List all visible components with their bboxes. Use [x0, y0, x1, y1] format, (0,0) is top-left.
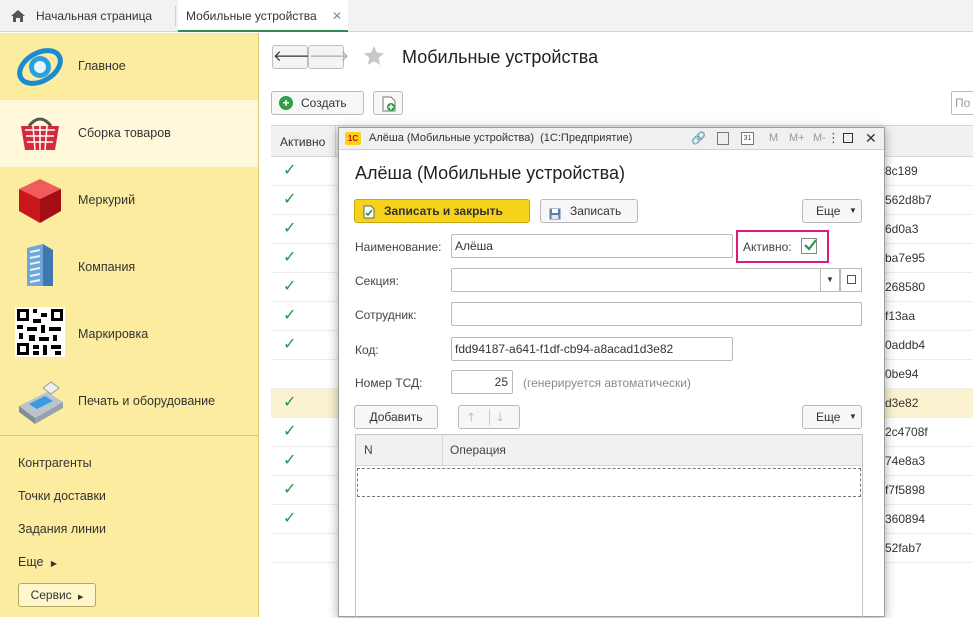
- service-button[interactable]: Сервис ▶: [18, 583, 96, 607]
- code-field[interactable]: fdd94187-a641-f1df-cb94-a8acad1d3e82: [451, 337, 733, 361]
- chevron-down-icon: ▼: [849, 206, 857, 215]
- link-line-tasks[interactable]: Задания линии: [18, 522, 106, 536]
- sidebar: Главное Сборка товаров Меркурий Компания…: [0, 33, 259, 617]
- home-icon[interactable]: [10, 8, 26, 24]
- name-field[interactable]: Алёша: [451, 234, 733, 258]
- calendar-icon[interactable]: 31: [741, 132, 754, 145]
- link-icon[interactable]: 🔗: [691, 131, 706, 145]
- create-button[interactable]: + Создать: [271, 91, 364, 115]
- calculator-icon[interactable]: [717, 132, 729, 145]
- more-table-button[interactable]: Еще ▼: [802, 405, 862, 429]
- move-buttons: 🡑 🡓: [458, 405, 520, 429]
- sidebar-item-main[interactable]: Главное: [0, 33, 258, 100]
- close-tab-icon[interactable]: ✕: [332, 0, 342, 32]
- 1c-logo-icon: 1C: [345, 132, 361, 145]
- tab-bar: Начальная страница Мобильные устройства …: [0, 0, 973, 32]
- triangle-right-icon: ▶: [50, 559, 58, 568]
- triangle-right-icon: ▶: [78, 594, 84, 601]
- globe-icon: [15, 42, 65, 92]
- tab-mobile-devices[interactable]: Мобильные устройства ✕: [178, 0, 348, 32]
- more-vertical-icon[interactable]: ⋮: [827, 130, 840, 146]
- shopping-basket-icon: [15, 108, 65, 158]
- dialog-heading: Алёша (Мобильные устройства): [355, 163, 626, 183]
- favorite-star-icon[interactable]: [362, 44, 386, 71]
- maximize-icon[interactable]: [843, 133, 853, 143]
- page-title: Мобильные устройства: [402, 47, 599, 67]
- dialog-titlebar[interactable]: 1C Алёша (Мобильные устройства) (1С:Пред…: [339, 128, 884, 150]
- column-header-active[interactable]: Активно: [280, 135, 325, 149]
- document-plus-icon: [382, 96, 396, 119]
- section-open-button[interactable]: [840, 268, 862, 292]
- active-checkbox[interactable]: [801, 238, 817, 254]
- active-highlight-box: Активно:: [736, 230, 829, 263]
- section-field[interactable]: [451, 268, 821, 292]
- sidebar-item-printing-equipment[interactable]: Печать и оборудование: [0, 368, 258, 435]
- dialog-window-title: Алёша (Мобильные устройства) (1С:Предпри…: [369, 132, 633, 144]
- tsd-auto-note: (генерируется автоматически): [523, 376, 691, 390]
- copy-document-button[interactable]: [373, 91, 403, 115]
- link-delivery-points[interactable]: Точки доставки: [18, 489, 106, 503]
- column-header-n[interactable]: N: [364, 443, 373, 457]
- floppy-disk-icon: [549, 205, 561, 227]
- link-more[interactable]: Еще ▶: [18, 555, 57, 569]
- sidebar-item-goods-assembly[interactable]: Сборка товаров: [0, 100, 258, 167]
- operations-table: N Операция: [355, 434, 863, 618]
- search-input[interactable]: По: [951, 91, 973, 115]
- section-dropdown-button[interactable]: ▼: [820, 268, 840, 292]
- memory-plus-button[interactable]: M+: [789, 132, 805, 144]
- save-button[interactable]: Записать: [540, 199, 638, 223]
- device-dialog: 1C Алёша (Мобильные устройства) (1С:Пред…: [338, 127, 885, 618]
- more-button[interactable]: Еще ▼: [802, 199, 862, 223]
- qr-code-icon: [15, 307, 65, 357]
- operations-table-header: N Операция: [356, 435, 862, 466]
- link-counterparties[interactable]: Контрагенты: [18, 456, 92, 470]
- tsd-number-field[interactable]: 25: [451, 370, 513, 394]
- building-icon: [15, 240, 65, 290]
- sidebar-item-company[interactable]: Компания: [0, 234, 258, 301]
- sidebar-item-mercury[interactable]: Меркурий: [0, 167, 258, 234]
- memory-minus-button[interactable]: M-: [813, 132, 826, 144]
- table-row-empty-focused[interactable]: [357, 468, 861, 497]
- document-check-icon: [363, 204, 375, 226]
- chevron-down-icon: ▼: [826, 275, 834, 284]
- column-header-operation[interactable]: Операция: [450, 443, 506, 457]
- forward-button[interactable]: 🡒: [308, 45, 349, 69]
- save-and-close-button[interactable]: Записать и закрыть: [354, 199, 530, 223]
- sidebar-item-marking[interactable]: Маркировка: [0, 301, 258, 368]
- memory-m-button[interactable]: M: [769, 132, 778, 144]
- printer-terminal-icon: [15, 376, 65, 426]
- red-cube-icon: [15, 175, 65, 225]
- open-window-icon: [847, 275, 856, 284]
- close-icon[interactable]: ✕: [865, 130, 877, 147]
- add-button[interactable]: Добавить: [354, 405, 438, 429]
- sidebar-divider: [0, 435, 258, 436]
- back-button[interactable]: 🡐: [272, 45, 313, 69]
- plus-circle-icon: +: [279, 96, 293, 110]
- arrow-down-icon[interactable]: 🡓: [497, 406, 503, 428]
- tab-home[interactable]: Начальная страница: [28, 0, 160, 32]
- arrow-right-icon: 🡒: [309, 48, 350, 65]
- employee-field[interactable]: [451, 302, 862, 326]
- chevron-down-icon: ▼: [849, 412, 857, 421]
- arrow-up-icon[interactable]: 🡑: [468, 406, 474, 428]
